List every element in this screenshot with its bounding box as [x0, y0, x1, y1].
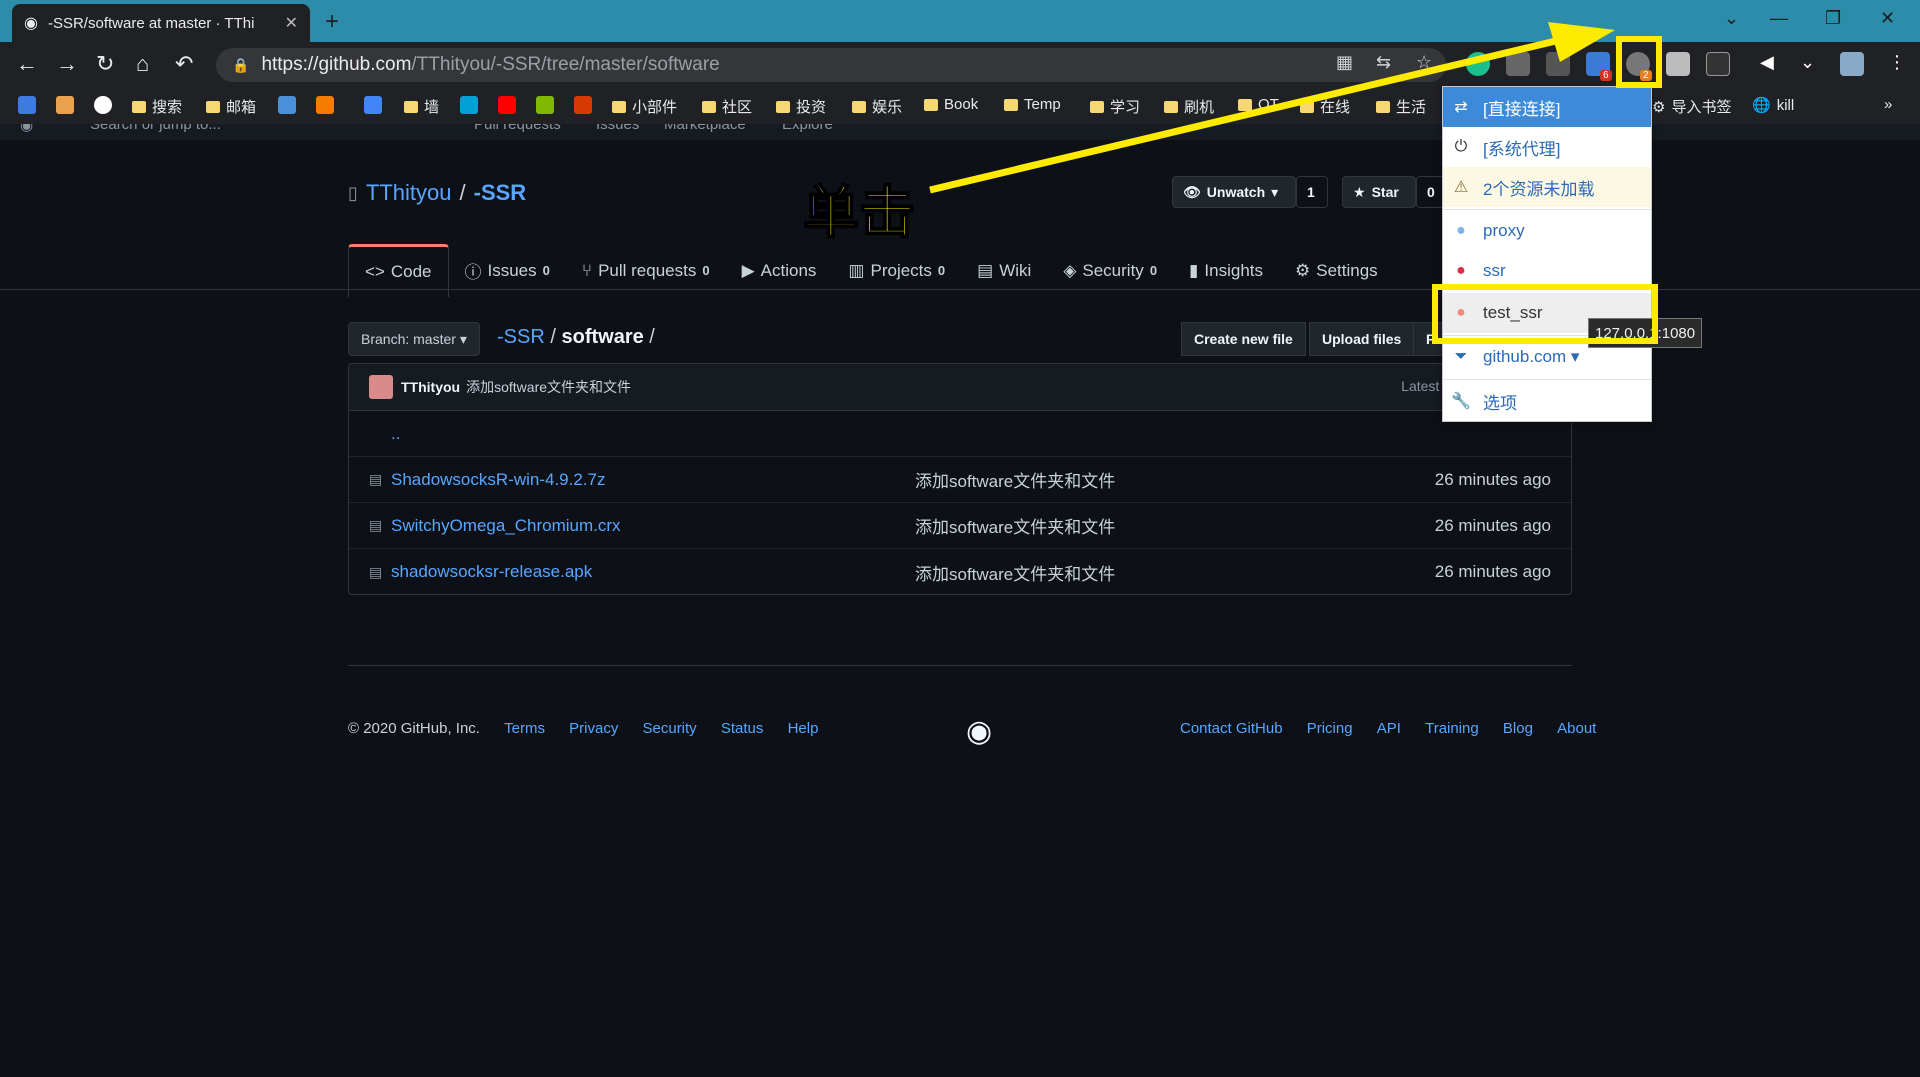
- annotation-text: 单击: [802, 180, 916, 247]
- screenshot-root: ◉ -SSR/software at master · TThi ✕ + ⌄ —…: [0, 0, 1920, 1077]
- annotation-arrow-icon: [929, 22, 1615, 194]
